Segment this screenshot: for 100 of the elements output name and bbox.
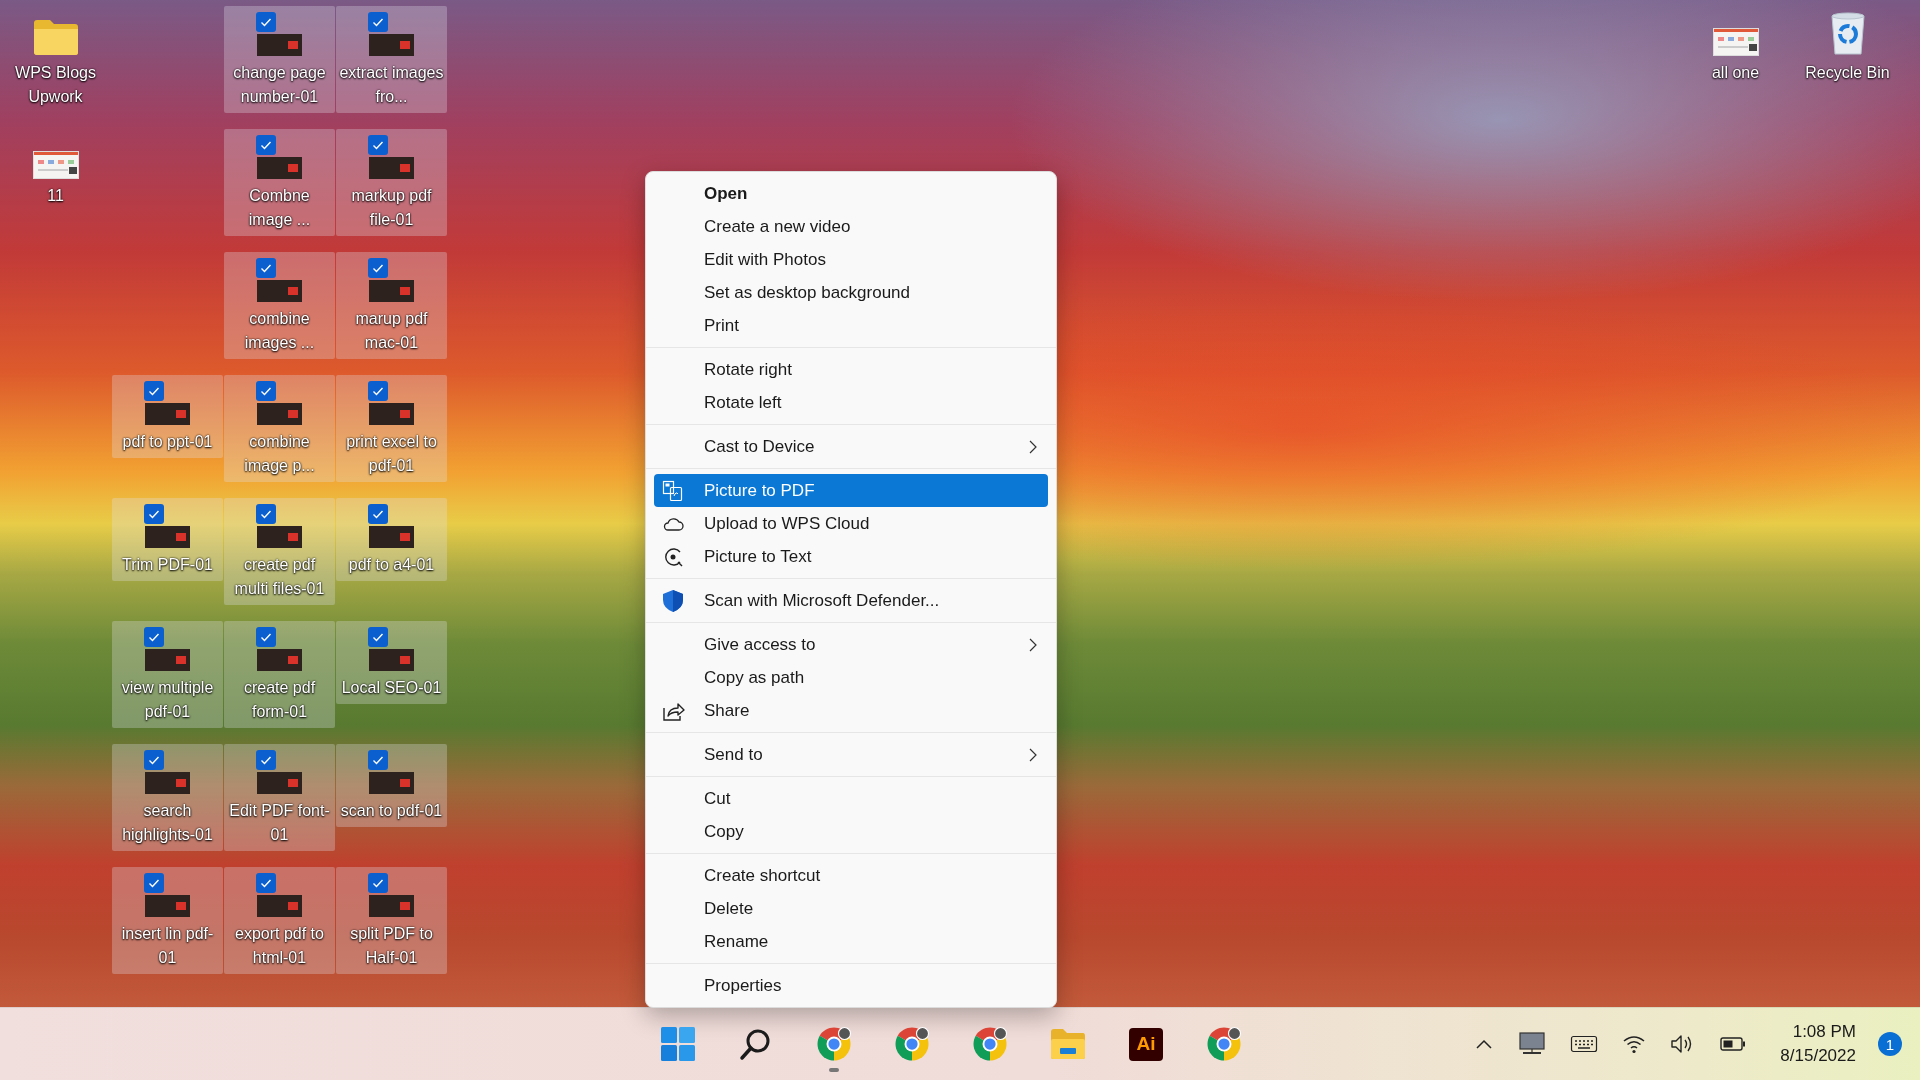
checkbox[interactable] (144, 627, 164, 647)
menu-item[interactable]: Copy (654, 815, 1048, 848)
desktop-icon[interactable]: Local SEO-01 (336, 621, 447, 704)
notification-badge[interactable]: 1 (1878, 1032, 1902, 1056)
thumbnail-image (145, 526, 190, 548)
checkbox[interactable] (256, 12, 276, 32)
checkbox[interactable] (256, 258, 276, 278)
thumbnail-image (145, 895, 190, 917)
thumbnail-image (257, 772, 302, 794)
desktop-icon[interactable]: export pdf to html-01 (224, 867, 335, 974)
checkbox[interactable] (256, 750, 276, 770)
menu-item[interactable]: Scan with Microsoft Defender... (654, 584, 1048, 617)
menu-item[interactable]: Edit with Photos (654, 243, 1048, 276)
thumbnail-image (257, 280, 302, 302)
thumbnail-image (32, 151, 79, 179)
folder-icon (32, 18, 79, 56)
menu-item[interactable]: Rotate right (654, 353, 1048, 386)
chevron-icon (1028, 747, 1038, 762)
desktop-icon[interactable]: 11 (0, 129, 111, 212)
desktop-icon[interactable]: combine images ... (224, 252, 335, 359)
menu-item[interactable]: Send to (654, 738, 1048, 771)
checkbox[interactable] (144, 873, 164, 893)
menu-item[interactable]: Copy as path (654, 661, 1048, 694)
menu-item[interactable]: Open (654, 177, 1048, 210)
chrome-icon (972, 1026, 1008, 1062)
checkbox[interactable] (368, 258, 388, 278)
checkbox[interactable] (256, 381, 276, 401)
keyboard-icon[interactable] (1570, 1034, 1599, 1054)
checkbox[interactable] (368, 381, 388, 401)
checkbox[interactable] (256, 135, 276, 155)
monitor-icon[interactable] (1518, 1031, 1547, 1057)
thumbnail-image (369, 772, 414, 794)
checkbox[interactable] (368, 12, 388, 32)
menu-item[interactable]: Rename (654, 925, 1048, 958)
menu-item[interactable]: Give access to (654, 628, 1048, 661)
running-indicator (829, 1068, 839, 1072)
thumbnail-image (145, 649, 190, 671)
desktop-icon[interactable]: change page number-01 (224, 6, 335, 113)
menu-item[interactable]: Delete (654, 892, 1048, 925)
taskbar-app-button[interactable]: Ai (1122, 1016, 1170, 1072)
menu-item[interactable]: Cut (654, 782, 1048, 815)
clock[interactable]: 1:08 PM 8/15/2022 (1780, 1020, 1856, 1068)
thumbnail-image (145, 772, 190, 794)
thumbnail-image (257, 403, 302, 425)
thumbnail-image (257, 895, 302, 917)
desktop-icon[interactable]: all one (1680, 6, 1791, 89)
chrome-icon (816, 1026, 852, 1062)
checkbox[interactable] (368, 504, 388, 524)
shield-icon (662, 588, 684, 613)
wifi-icon[interactable] (1622, 1034, 1647, 1054)
checkbox[interactable] (256, 504, 276, 524)
menu-item[interactable]: Upload to WPS Cloud (654, 507, 1048, 540)
desktop-icon[interactable]: Edit PDF font-01 (224, 744, 335, 851)
windows-logo-icon (661, 1027, 695, 1061)
thumbnail-image (145, 403, 190, 425)
desktop-icon[interactable]: extract images fro... (336, 6, 447, 113)
chrome-icon (894, 1026, 930, 1062)
chevron-icon (1028, 439, 1038, 454)
desktop-icon[interactable]: Combne image ... (224, 129, 335, 236)
menu-item[interactable]: Picture to Text (654, 540, 1048, 573)
checkbox[interactable] (368, 627, 388, 647)
menu-item[interactable]: Create a new video (654, 210, 1048, 243)
checkbox[interactable] (144, 504, 164, 524)
thumbnail-image (257, 34, 302, 56)
checkbox[interactable] (368, 750, 388, 770)
desktop-icon[interactable]: split PDF to Half-01 (336, 867, 447, 974)
checkbox[interactable] (256, 627, 276, 647)
menu-item[interactable]: Share (654, 694, 1048, 727)
desktop-icon[interactable]: markup pdf file-01 (336, 129, 447, 236)
illustrator-icon: Ai (1129, 1027, 1163, 1061)
menu-item[interactable]: Set as desktop background (654, 276, 1048, 309)
desktop-icon[interactable]: insert lin pdf-01 (112, 867, 223, 974)
menu-item[interactable]: Picture to PDF (654, 474, 1048, 507)
checkbox[interactable] (144, 750, 164, 770)
desktop-icon[interactable]: Recycle Bin (1792, 6, 1903, 89)
thumbnail-image (369, 157, 414, 179)
battery-icon[interactable] (1720, 1036, 1747, 1052)
chevron-icon (1028, 637, 1038, 652)
desktop-icon[interactable]: marup pdf mac-01 (336, 252, 447, 359)
desktop-icon[interactable]: scan to pdf-01 (336, 744, 447, 827)
thumbnail-image (257, 157, 302, 179)
picture-pdf-icon (662, 479, 684, 502)
checkbox[interactable] (144, 381, 164, 401)
desktop-icon[interactable]: WPS Blogs Upwork (0, 6, 111, 113)
menu-item[interactable]: Rotate left (654, 386, 1048, 419)
scan-text-icon (662, 545, 684, 568)
menu-item[interactable]: Cast to Device (654, 430, 1048, 463)
desktop-icon[interactable]: view multiple pdf-01 (112, 621, 223, 728)
thumbnail-image (1712, 28, 1759, 56)
checkbox[interactable] (368, 135, 388, 155)
checkbox[interactable] (368, 873, 388, 893)
thumbnail-image (369, 34, 414, 56)
thumbnail-image (369, 280, 414, 302)
menu-item[interactable]: Print (654, 309, 1048, 342)
desktop-icon[interactable]: create pdf form-01 (224, 621, 335, 728)
folder-icon (1050, 1028, 1086, 1060)
desktop-icon[interactable]: search highlights-01 (112, 744, 223, 851)
menu-item[interactable]: Create shortcut (654, 859, 1048, 892)
checkbox[interactable] (256, 873, 276, 893)
menu-item[interactable]: Properties (654, 969, 1048, 1002)
